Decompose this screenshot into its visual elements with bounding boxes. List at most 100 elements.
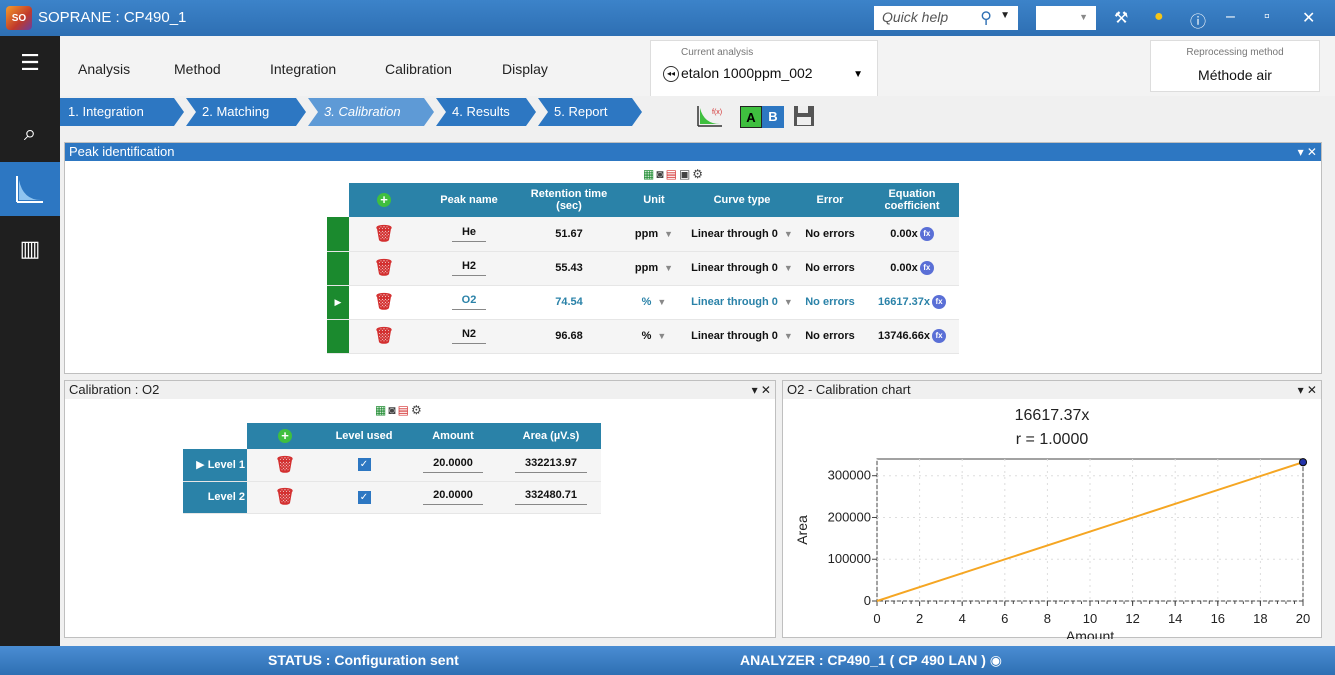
- hamburger-menu-icon[interactable]: ☰: [0, 36, 60, 90]
- step-calibration[interactable]: 3. Calibration: [308, 98, 434, 126]
- trash-icon[interactable]: 🗑: [374, 226, 394, 243]
- curve-type-select[interactable]: Linear through 0 ▼: [689, 285, 795, 320]
- chevron-down-icon[interactable]: ▼: [1000, 10, 1010, 21]
- current-analysis-selector[interactable]: Current analysis ◂◂ etalon 1000ppm_002 ▼: [650, 40, 878, 96]
- ab-toggle[interactable]: A B: [740, 106, 784, 128]
- camera-icon[interactable]: ◙: [656, 167, 665, 181]
- chevron-down-icon[interactable]: ▼: [784, 229, 793, 239]
- unit-select[interactable]: ppm ▼: [619, 217, 689, 252]
- peak-name-field[interactable]: He: [451, 226, 487, 242]
- calibration-chart-icon[interactable]: f(x): [696, 104, 724, 131]
- info-icon[interactable]: ⓘ: [1190, 8, 1206, 32]
- peak-name-field[interactable]: O2: [451, 294, 487, 310]
- save-icon[interactable]: [792, 104, 816, 131]
- excel-icon[interactable]: ▦: [643, 167, 656, 181]
- fx-icon[interactable]: fx: [919, 261, 934, 275]
- level-label[interactable]: Level 2: [183, 481, 247, 514]
- row-marker[interactable]: [327, 251, 349, 286]
- print-icon[interactable]: ▣: [679, 167, 692, 181]
- chevron-down-icon[interactable]: ▼: [657, 331, 666, 341]
- trash-icon[interactable]: 🗑: [374, 328, 394, 345]
- area-field[interactable]: 332480.71: [515, 489, 587, 505]
- step-integration[interactable]: 1. Integration: [60, 98, 184, 126]
- settings-icon[interactable]: ⚙: [411, 403, 424, 417]
- chevron-down-icon[interactable]: ▼: [657, 297, 666, 307]
- curve-type-select[interactable]: Linear through 0 ▼: [689, 217, 795, 252]
- toggle-b[interactable]: B: [762, 106, 784, 128]
- fx-icon[interactable]: fx: [919, 226, 934, 241]
- trash-icon[interactable]: 🗑: [374, 260, 394, 277]
- level-used-checkbox[interactable]: ✓: [357, 458, 371, 472]
- excel-icon[interactable]: ▦: [375, 403, 388, 417]
- amount-field[interactable]: 20.0000: [423, 489, 483, 505]
- settings-icon[interactable]: ⚙: [692, 167, 705, 181]
- unit-select[interactable]: % ▼: [619, 285, 689, 320]
- search-icon[interactable]: ⚲: [980, 8, 992, 28]
- user-icon[interactable]: ●: [1154, 8, 1164, 26]
- menu-method[interactable]: Method: [174, 61, 221, 77]
- chevron-down-icon[interactable]: ▼: [664, 229, 673, 239]
- panel-close-icon[interactable]: ▾ ✕: [1298, 143, 1317, 161]
- row-marker-selected[interactable]: ▶: [327, 285, 349, 320]
- area-field[interactable]: 332213.97: [515, 457, 587, 473]
- add-level-icon[interactable]: +: [278, 429, 292, 443]
- panel-close-icon[interactable]: ▾ ✕: [1298, 381, 1317, 399]
- analysis-search-icon[interactable]: ⌕: [0, 106, 60, 160]
- panel-close-icon[interactable]: ▾ ✕: [752, 381, 771, 399]
- trash-icon[interactable]: 🗑: [275, 489, 295, 506]
- table-row[interactable]: 🗑 N2 96.68 % ▼ Linear through 0 ▼ No error…: [327, 319, 959, 354]
- menu-calibration[interactable]: Calibration: [385, 61, 452, 77]
- fx-icon[interactable]: fx: [932, 329, 946, 343]
- pdf-icon[interactable]: ▤: [666, 167, 679, 181]
- camera-icon[interactable]: ◙: [388, 403, 397, 417]
- chevron-down-icon[interactable]: ▼: [853, 69, 863, 80]
- chart-panel-title: O2 - Calibration chart: [787, 382, 911, 397]
- trash-icon[interactable]: 🗑: [275, 457, 295, 474]
- table-row[interactable]: Level 2 🗑 ✓ 20.0000 332480.71: [183, 481, 601, 514]
- fx-icon[interactable]: fx: [932, 295, 946, 309]
- table-row[interactable]: 🗑 H2 55.43 ppm ▼ Linear through 0 ▼ No err…: [327, 251, 959, 286]
- calibration-curve-icon[interactable]: [0, 162, 60, 216]
- menu-integration[interactable]: Integration: [270, 61, 336, 77]
- amount-field[interactable]: 20.0000: [423, 457, 483, 473]
- peak-panel-title: Peak identification: [69, 144, 175, 159]
- peak-name-field[interactable]: N2: [451, 328, 487, 344]
- chevron-down-icon[interactable]: ▼: [784, 263, 793, 273]
- level-used-checkbox[interactable]: ✓: [357, 490, 371, 504]
- row-marker[interactable]: [327, 217, 349, 252]
- calibration-chart[interactable]: 0 2 4 6 8 10 12 14 16 18 20 0 100000 200000 300000 Amou…: [783, 399, 1323, 639]
- curve-type-select[interactable]: Linear through 0 ▼: [689, 251, 795, 286]
- peak-name-field[interactable]: H2: [451, 260, 487, 276]
- x-tick-label: 8: [1044, 611, 1051, 626]
- step-results[interactable]: 4. Results: [436, 98, 536, 126]
- curve-type-select[interactable]: Linear through 0 ▼: [689, 319, 795, 354]
- book-icon[interactable]: ▥: [0, 222, 60, 276]
- unit-select[interactable]: ppm ▼: [619, 251, 689, 286]
- chevron-down-icon[interactable]: ▼: [784, 331, 793, 341]
- quick-help-search[interactable]: Quick help ⚲ ▼: [874, 6, 1018, 30]
- reprocessing-method[interactable]: Reprocessing method Méthode air: [1150, 40, 1320, 92]
- maximize-icon[interactable]: ▫: [1264, 8, 1270, 26]
- row-marker[interactable]: [327, 319, 349, 354]
- pdf-icon[interactable]: ▤: [398, 403, 411, 417]
- table-row[interactable]: ▶ Level 1 🗑 ✓ 20.0000 332213.97: [183, 449, 601, 482]
- eye-icon[interactable]: ◉: [990, 652, 1002, 668]
- table-row[interactable]: 🗑 He 51.67 ppm ▼ Linear through 0 ▼ No err…: [327, 217, 959, 252]
- menu-display[interactable]: Display: [502, 61, 548, 77]
- user-combo[interactable]: ▼: [1036, 6, 1096, 30]
- unit-select[interactable]: % ▼: [619, 319, 689, 354]
- wrench-icon[interactable]: ⚒: [1114, 8, 1128, 28]
- chevron-down-icon[interactable]: ▼: [784, 297, 793, 307]
- step-matching[interactable]: 2. Matching: [186, 98, 306, 126]
- back-icon[interactable]: ◂◂: [663, 66, 679, 83]
- level-label[interactable]: ▶ Level 1: [183, 449, 247, 482]
- minimize-icon[interactable]: –: [1226, 8, 1235, 26]
- trash-icon[interactable]: 🗑: [374, 294, 394, 311]
- chevron-down-icon[interactable]: ▼: [664, 263, 673, 273]
- menu-analysis[interactable]: Analysis: [78, 61, 130, 77]
- table-row-selected[interactable]: ▶ 🗑 O2 74.54 % ▼ Linear through 0 ▼ No err…: [327, 285, 959, 320]
- toggle-a[interactable]: A: [740, 106, 762, 128]
- add-peak-icon[interactable]: +: [377, 193, 391, 207]
- close-icon[interactable]: ✕: [1302, 8, 1315, 28]
- step-report[interactable]: 5. Report: [538, 98, 642, 126]
